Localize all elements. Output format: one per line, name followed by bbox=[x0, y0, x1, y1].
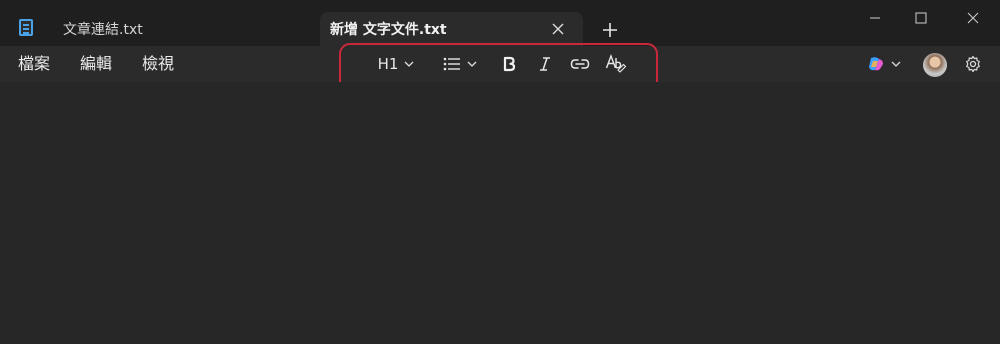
tab-new-text-document[interactable]: 新增 文字文件.txt bbox=[320, 12, 583, 46]
settings-button[interactable] bbox=[963, 52, 983, 76]
plus-icon bbox=[603, 23, 617, 37]
copilot-icon bbox=[869, 57, 883, 71]
heading-label: H1 bbox=[377, 55, 399, 73]
menu-file[interactable]: 檔案 bbox=[18, 53, 50, 75]
clear-formatting-button[interactable] bbox=[605, 52, 627, 76]
menu-view[interactable]: 檢視 bbox=[142, 53, 174, 75]
avatar[interactable] bbox=[923, 53, 947, 77]
title-bar: 文章連結.txt 新增 文字文件.txt bbox=[0, 0, 1000, 46]
tab-label: 新增 文字文件.txt bbox=[330, 22, 447, 38]
copilot-button[interactable] bbox=[864, 52, 904, 76]
heading-dropdown[interactable]: H1 bbox=[374, 52, 418, 76]
gear-icon bbox=[966, 55, 980, 73]
bold-icon bbox=[503, 56, 516, 72]
list-dropdown[interactable] bbox=[439, 52, 481, 76]
minimize-button[interactable] bbox=[852, 4, 898, 32]
maximize-button[interactable] bbox=[898, 4, 944, 32]
tab-label: 文章連結.txt bbox=[63, 22, 143, 38]
link-icon bbox=[570, 59, 590, 69]
link-button[interactable] bbox=[569, 52, 591, 76]
clear-formatting-icon bbox=[605, 54, 627, 73]
italic-icon bbox=[540, 57, 550, 71]
chevron-down-icon bbox=[891, 61, 901, 67]
minimize-icon bbox=[870, 17, 880, 19]
bulleted-list-icon bbox=[443, 57, 460, 71]
chevron-down-icon bbox=[467, 61, 477, 67]
menu-edit[interactable]: 編輯 bbox=[80, 53, 112, 75]
text-editor-area[interactable] bbox=[0, 82, 1000, 344]
italic-button[interactable] bbox=[535, 52, 555, 76]
bold-button[interactable] bbox=[499, 52, 519, 76]
maximize-icon bbox=[915, 12, 927, 24]
close-icon bbox=[967, 12, 979, 24]
window-close-button[interactable] bbox=[950, 4, 996, 32]
tab-article-links[interactable]: 文章連結.txt bbox=[48, 12, 318, 46]
chevron-down-icon bbox=[404, 61, 414, 67]
notepad-icon bbox=[19, 19, 33, 36]
new-tab-button[interactable] bbox=[596, 16, 624, 44]
close-icon[interactable] bbox=[547, 18, 569, 40]
